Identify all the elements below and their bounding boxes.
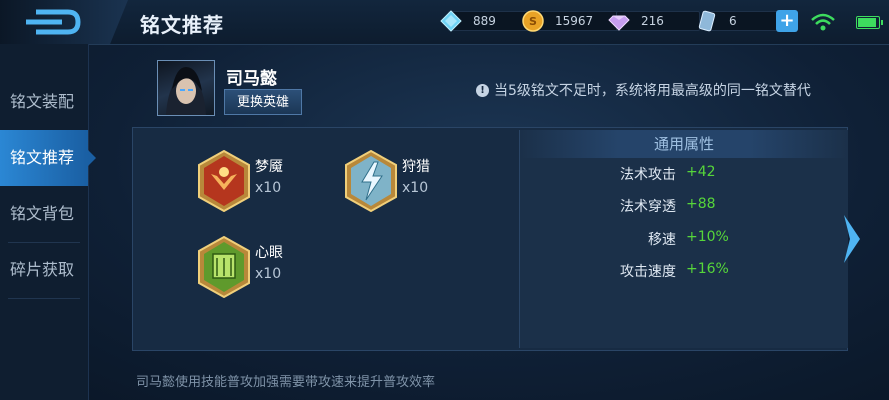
add-currency-button[interactable]: +	[776, 10, 798, 32]
attribute-row: 移速 +10%	[520, 229, 848, 253]
ticket-icon	[696, 10, 718, 32]
diamond-counter: 889	[440, 10, 528, 32]
back-button[interactable]	[0, 0, 128, 44]
gold-coin-icon: S	[522, 10, 544, 32]
mind-eye-rune-icon	[198, 236, 250, 298]
notice-label: 当5级铭文不足时，系统将用最高级的同一铭文替代	[494, 83, 811, 99]
hero-avatar	[157, 60, 215, 116]
nightmare-rune-icon	[198, 150, 250, 212]
rune-name: 梦魇	[255, 159, 283, 175]
gold-counter: S 15967	[522, 10, 620, 32]
change-hero-button[interactable]: 更换英雄	[224, 89, 302, 115]
rune-item[interactable]: 心眼 x10	[197, 236, 327, 300]
attribute-panel: 通用属性 法术攻击 +42 法术穿透 +88 移速 +10% 攻击速度 +16%	[519, 130, 848, 348]
attribute-value: +16%	[686, 261, 729, 277]
sidebar: 铭文装配 铭文推荐 铭文背包 碎片获取	[0, 44, 96, 400]
sidebar-item-rune-bag[interactable]: 铭文背包	[0, 186, 88, 242]
rune-name: 狩猎	[402, 159, 430, 175]
attribute-value: +88	[686, 196, 716, 212]
attribute-label: 移速	[648, 232, 676, 248]
gem-icon	[608, 10, 630, 32]
hero-name: 司马懿	[226, 69, 277, 89]
attribute-value: +10%	[686, 229, 729, 245]
gem-counter: 216	[608, 11, 700, 31]
rune-item[interactable]: 梦魇 x10	[197, 150, 327, 214]
rune-count: x10	[255, 266, 282, 282]
attribute-row: 攻击速度 +16%	[520, 261, 848, 285]
info-icon: !	[476, 83, 489, 97]
attribute-row: 法术攻击 +42	[520, 164, 848, 188]
page-title: 铭文推荐	[140, 13, 224, 37]
wifi-icon	[811, 13, 835, 31]
attribute-label: 法术穿透	[620, 199, 676, 215]
divider	[8, 298, 80, 299]
attribute-value: +42	[686, 164, 716, 180]
battery-icon	[856, 16, 883, 29]
back-arrow-icon	[26, 9, 81, 35]
sidebar-item-fragment-obtain[interactable]: 碎片获取	[0, 242, 88, 298]
notice-text: ! 当5级铭文不足时，系统将用最高级的同一铭文替代	[476, 80, 811, 100]
ticket-counter: 6	[696, 10, 788, 32]
sidebar-item-rune-recommend[interactable]: 铭文推荐	[0, 130, 96, 186]
rune-count: x10	[255, 180, 282, 196]
svg-text:S: S	[529, 15, 537, 28]
top-bar: 铭文推荐 889 S 15967 216 6 +	[0, 0, 889, 45]
hero-portrait-icon	[166, 67, 206, 115]
attribute-row: 法术穿透 +88	[520, 196, 848, 220]
attribute-header: 通用属性	[520, 130, 848, 158]
hunting-rune-icon	[345, 150, 397, 212]
next-page-arrow-icon[interactable]	[842, 213, 862, 265]
rune-name: 心眼	[255, 245, 283, 261]
attribute-label: 法术攻击	[620, 167, 676, 183]
diamond-icon	[440, 10, 462, 32]
sidebar-item-rune-equip[interactable]: 铭文装配	[0, 74, 88, 130]
hero-tip-text: 司马懿使用技能普攻加强需要带攻速来提升普攻效率	[136, 375, 436, 390]
rune-count: x10	[402, 180, 429, 196]
attribute-label: 攻击速度	[620, 264, 676, 280]
rune-item[interactable]: 狩猎 x10	[344, 150, 474, 214]
rune-panel: 梦魇 x10 狩猎 x10 心眼 x10 通用属性 法术攻击 +42 法术穿透	[132, 127, 848, 351]
